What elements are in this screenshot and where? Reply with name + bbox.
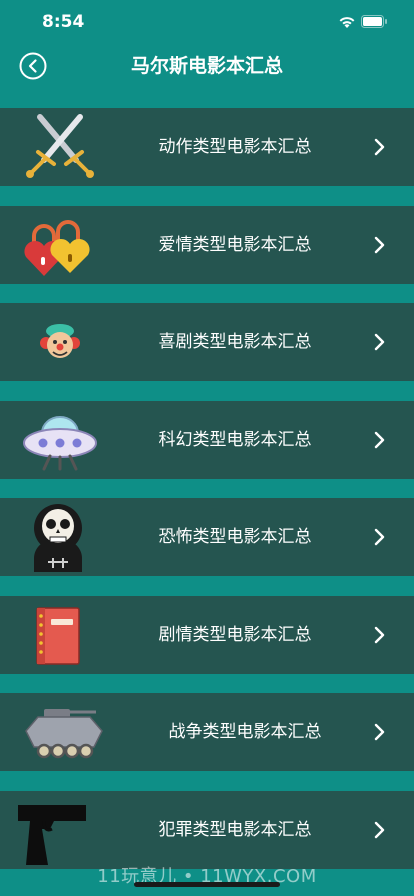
category-label: 战争类型电影本汇总 [168, 722, 322, 742]
chevron-right-icon [374, 138, 385, 156]
chevron-right-icon [374, 821, 385, 838]
page-title: 马尔斯电影本汇总 [130, 55, 283, 77]
category-row-drama[interactable]: 剧情类型电影本汇总 [0, 595, 414, 674]
armored-vehicle-icon [25, 709, 103, 759]
pistol-icon [18, 804, 86, 865]
ufo-icon [23, 415, 97, 470]
clown-face-icon [40, 324, 80, 358]
category-label: 科幻类型电影本汇总 [158, 429, 312, 450]
category-label: 动作类型电影本汇总 [158, 137, 312, 157]
category-label: 剧情类型电影本汇总 [158, 624, 312, 645]
category-label: 爱情类型电影本汇总 [158, 234, 312, 255]
category-row-comedy[interactable]: 喜剧类型电影本汇总 [0, 303, 414, 381]
category-label: 恐怖类型电影本汇总 [158, 527, 312, 547]
skull-icon [34, 504, 82, 572]
home-indicator [134, 882, 280, 887]
category-row-horror[interactable]: 恐怖类型电影本汇总 [0, 498, 414, 576]
notebook-icon [36, 606, 80, 665]
category-row-scifi[interactable]: 科幻类型电影本汇总 [0, 400, 414, 479]
category-row-romance[interactable]: 爱情类型电影本汇总 [0, 205, 414, 284]
status-time: 8:54 [42, 12, 85, 32]
status-bar: 8:54 [0, 0, 414, 44]
category-row-crime[interactable]: 犯罪类型电影本汇总 [0, 790, 414, 869]
chevron-right-icon [374, 528, 385, 546]
category-label: 犯罪类型电影本汇总 [158, 819, 312, 840]
category-row-action[interactable]: 动作类型电影本汇总 [0, 108, 414, 186]
chevron-right-icon [374, 333, 385, 351]
chevron-right-icon [374, 723, 385, 741]
chevron-right-icon [374, 626, 385, 643]
battery-icon [361, 15, 387, 28]
nav-bar: 马尔斯电影本汇总 [0, 44, 414, 88]
wifi-icon [339, 17, 355, 28]
crossed-swords-icon [26, 114, 94, 178]
chevron-right-icon [374, 431, 385, 448]
love-locks-icon [24, 219, 90, 276]
back-button[interactable] [19, 52, 47, 80]
category-label: 喜剧类型电影本汇总 [158, 332, 312, 352]
chevron-right-icon [374, 236, 385, 253]
category-row-war[interactable]: 战争类型电影本汇总 [0, 693, 414, 771]
